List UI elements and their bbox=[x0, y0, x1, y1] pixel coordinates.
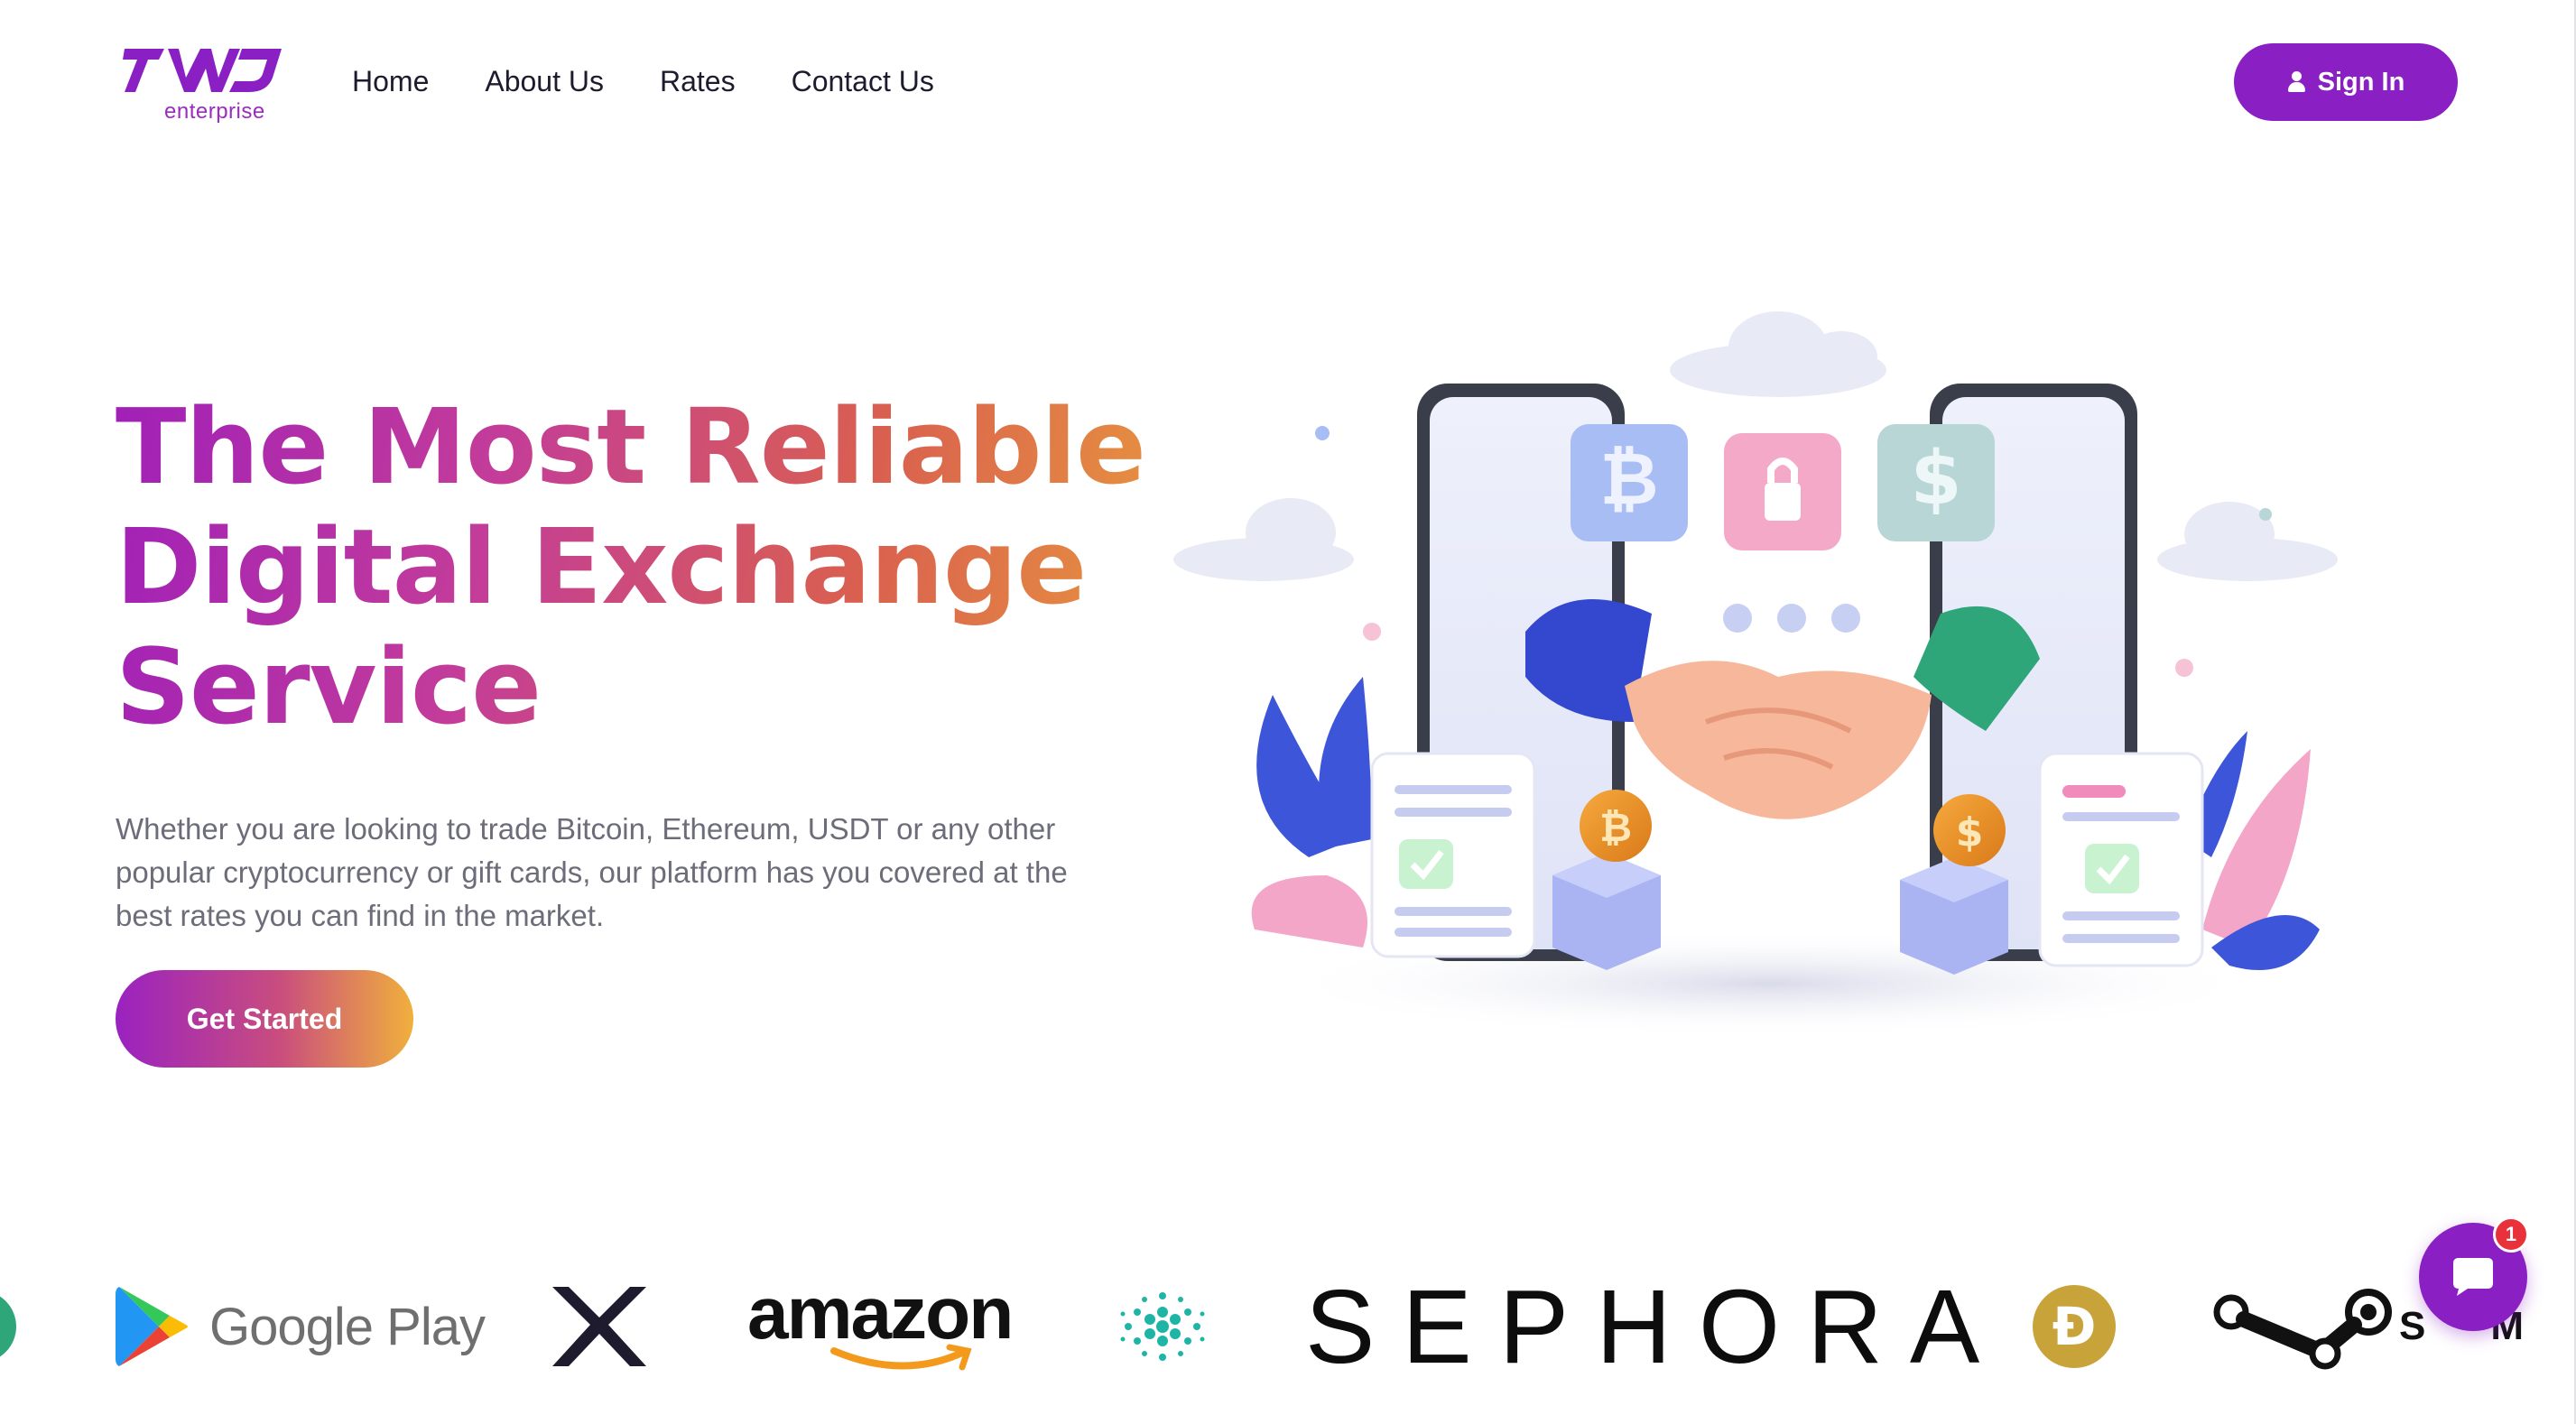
sign-in-label: Sign In bbox=[2317, 67, 2405, 97]
nav-rates[interactable]: Rates bbox=[660, 63, 736, 99]
hero-illustration: ₿ $ ₿ $ bbox=[1146, 298, 2392, 1074]
hero-title-line-2: Digital Exchange bbox=[116, 507, 1087, 628]
get-started-button[interactable]: Get Started bbox=[116, 970, 413, 1068]
logo-mark-icon bbox=[123, 49, 282, 92]
logo-subtitle: enterprise bbox=[164, 99, 265, 124]
xrp-icon bbox=[552, 1287, 646, 1366]
sephora-label: SEPHORA bbox=[1305, 1268, 2007, 1385]
cardano-icon bbox=[1120, 1292, 1205, 1361]
amazon-logo: amazon bbox=[747, 1254, 1014, 1399]
cardano-logo bbox=[1117, 1254, 1208, 1399]
chat-unread-badge: 1 bbox=[2493, 1216, 2529, 1253]
nav-about-us[interactable]: About Us bbox=[485, 63, 604, 99]
sephora-logo: SEPHORA bbox=[1305, 1254, 2006, 1399]
hero-title: The Most Reliable Digital Exchange Servi… bbox=[116, 388, 1163, 748]
svg-text:₿: ₿ bbox=[1599, 805, 1632, 851]
hero-title-line-3: Service bbox=[116, 627, 542, 748]
nav-contact-us[interactable]: Contact Us bbox=[792, 63, 934, 99]
hero-description: Whether you are looking to trade Bitcoin… bbox=[116, 812, 1068, 932]
site-logo[interactable]: enterprise bbox=[123, 42, 285, 127]
steam-label-start: S bbox=[2399, 1304, 2426, 1348]
dogecoin-icon: Ð bbox=[2033, 1285, 2116, 1368]
user-icon bbox=[2287, 71, 2305, 93]
svg-text:₿: ₿ bbox=[1599, 437, 1658, 521]
google-play-logo: Google Play bbox=[116, 1254, 486, 1399]
partner-logos: Google Play amazon SEPHORA Ð S M bbox=[0, 1254, 2576, 1399]
hero-title-line-1: The Most Reliable bbox=[116, 387, 1145, 508]
google-play-icon bbox=[116, 1287, 188, 1366]
amazon-smile-icon bbox=[829, 1344, 972, 1371]
steam-icon bbox=[2213, 1289, 2392, 1370]
sign-in-button[interactable]: Sign In bbox=[2234, 43, 2458, 121]
nav-home[interactable]: Home bbox=[352, 63, 429, 99]
svg-text:$: $ bbox=[1910, 436, 1961, 522]
google-play-label: Google Play bbox=[209, 1297, 486, 1356]
svg-text:Ð: Ð bbox=[2052, 1296, 2097, 1357]
xrp-logo bbox=[549, 1254, 650, 1399]
dogecoin-logo: Ð bbox=[2033, 1254, 2116, 1399]
handshake-phones-illustration: ₿ $ ₿ $ bbox=[1173, 311, 2338, 1038]
chat-bubble-icon bbox=[2453, 1258, 2493, 1296]
main-nav: Home About Us Rates Contact Us bbox=[352, 63, 990, 99]
partial-green-logo bbox=[0, 1254, 18, 1399]
svg-text:$: $ bbox=[1956, 809, 1984, 855]
navbar: enterprise Home About Us Rates Contact U… bbox=[0, 0, 2576, 162]
amazon-label: amazon bbox=[747, 1272, 1014, 1355]
